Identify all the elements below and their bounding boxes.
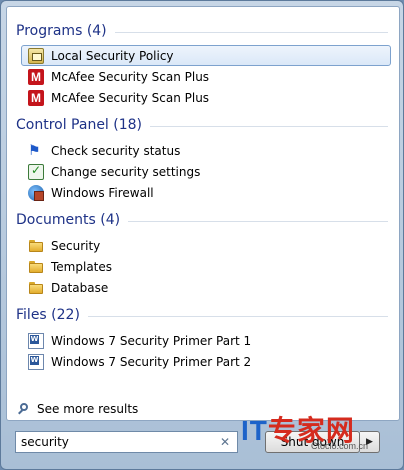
- result-file-primer-part-2[interactable]: Windows 7 Security Primer Part 2: [21, 351, 391, 372]
- result-check-security-status[interactable]: ⚑ Check security status: [21, 140, 391, 161]
- result-local-security-policy[interactable]: Local Security Policy: [21, 45, 391, 66]
- result-label: Local Security Policy: [51, 48, 174, 63]
- search-input[interactable]: [16, 435, 211, 449]
- group-title: Control Panel (18): [16, 117, 143, 133]
- see-more-label: See more results: [37, 402, 139, 416]
- group-header-documents[interactable]: Documents (4): [16, 210, 388, 230]
- result-folder-security[interactable]: Security: [21, 235, 391, 256]
- result-label: McAfee Security Scan Plus: [51, 90, 210, 105]
- shutdown-button[interactable]: Shut down: [265, 431, 360, 453]
- search-results-pane: Programs (4) Local Security Policy M McA…: [6, 6, 400, 421]
- start-menu: Programs (4) Local Security Policy M McA…: [0, 0, 404, 470]
- result-label: Change security settings: [51, 164, 201, 179]
- group-header-files[interactable]: Files (22): [16, 305, 388, 325]
- result-windows-firewall[interactable]: Windows Firewall: [21, 182, 391, 203]
- group-title: Files (22): [16, 307, 80, 323]
- action-center-flag-icon: ⚑: [28, 142, 41, 159]
- firewall-icon: [28, 184, 44, 201]
- result-file-primer-part-1[interactable]: Windows 7 Security Primer Part 1: [21, 330, 391, 351]
- see-more-results-link[interactable]: See more results: [17, 402, 138, 416]
- divider: [114, 31, 388, 33]
- folder-icon: [28, 280, 44, 296]
- divider: [128, 220, 388, 222]
- search-box[interactable]: ✕: [15, 431, 238, 453]
- result-label: Database: [51, 280, 109, 295]
- magnifier-icon: [17, 402, 31, 416]
- folder-icon: [28, 238, 44, 254]
- mcafee-icon: M: [28, 68, 44, 85]
- divider: [150, 125, 388, 127]
- mcafee-icon: M: [28, 89, 44, 106]
- result-label: Security: [51, 238, 101, 253]
- result-mcafee-2[interactable]: M McAfee Security Scan Plus: [21, 87, 391, 108]
- result-change-security-settings[interactable]: Change security settings: [21, 161, 391, 182]
- result-label: Check security status: [51, 143, 181, 158]
- group-header-control-panel[interactable]: Control Panel (18): [16, 115, 388, 135]
- result-label: Templates: [51, 259, 113, 274]
- group-title: Documents (4): [16, 212, 121, 228]
- divider: [87, 315, 388, 317]
- shutdown-options-button[interactable]: ▶: [360, 431, 380, 453]
- security-settings-icon: [28, 163, 44, 180]
- result-label: Windows 7 Security Primer Part 2: [51, 354, 252, 369]
- result-folder-database[interactable]: Database: [21, 277, 391, 298]
- group-title: Programs (4): [16, 23, 107, 39]
- result-label: Windows 7 Security Primer Part 1: [51, 333, 252, 348]
- result-label: McAfee Security Scan Plus: [51, 69, 210, 84]
- clear-icon[interactable]: ✕: [217, 435, 233, 449]
- word-document-icon: [28, 332, 44, 349]
- result-mcafee-1[interactable]: M McAfee Security Scan Plus: [21, 66, 391, 87]
- word-document-icon: [28, 353, 44, 370]
- result-label: Windows Firewall: [51, 185, 154, 200]
- arrow-right-icon: ▶: [366, 437, 373, 447]
- security-policy-icon: [28, 47, 44, 64]
- folder-icon: [28, 259, 44, 275]
- group-header-programs[interactable]: Programs (4): [16, 21, 388, 41]
- result-folder-templates[interactable]: Templates: [21, 256, 391, 277]
